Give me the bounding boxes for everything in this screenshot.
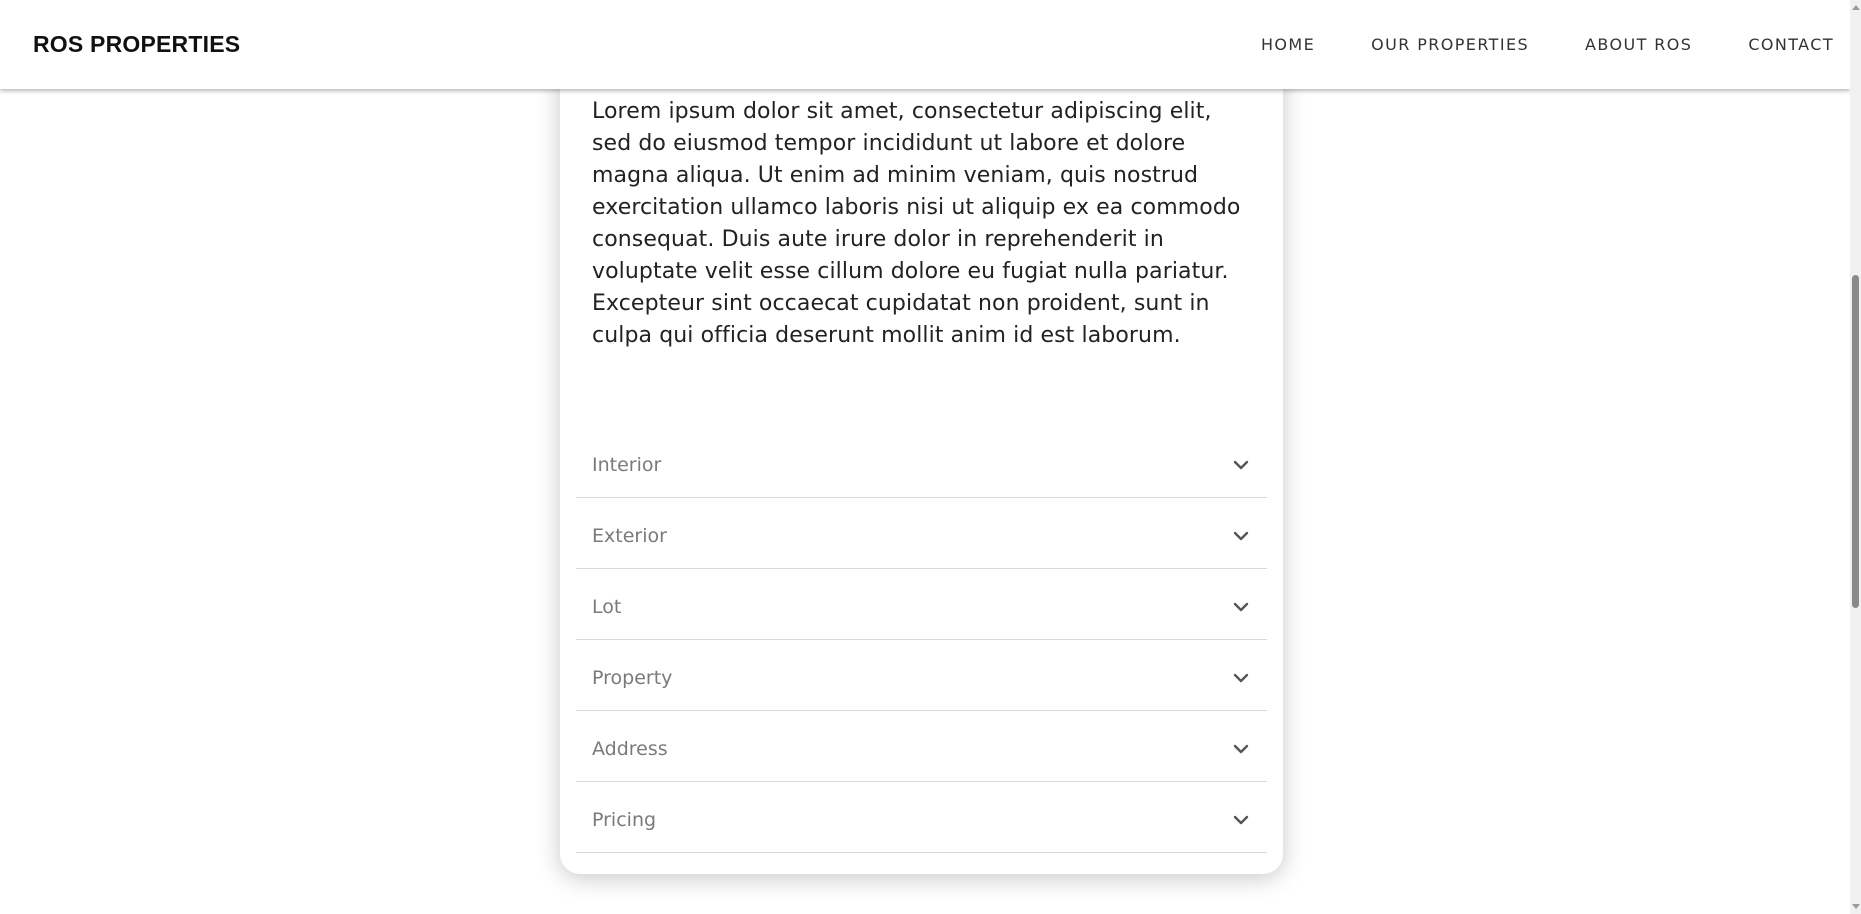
accordion-label: Pricing	[592, 809, 657, 831]
accordion-label: Lot	[592, 596, 622, 618]
nav-link-our-properties[interactable]: OUR PROPERTIES	[1371, 35, 1529, 54]
nav-link-contact[interactable]: CONTACT	[1748, 35, 1834, 54]
scroll-up-arrow-icon[interactable]	[1850, 0, 1861, 14]
chevron-down-icon[interactable]	[1231, 810, 1251, 830]
accordion-item-exterior[interactable]: Exterior	[576, 498, 1267, 569]
accordion-label: Property	[592, 667, 673, 689]
chevron-down-icon[interactable]	[1231, 526, 1251, 546]
accordion-label: Address	[592, 738, 668, 760]
property-details-accordion: Interior Exterior Lot Property Address P…	[576, 427, 1267, 853]
site-header: ROS PROPERTIES HOME OUR PROPERTIES ABOUT…	[0, 0, 1850, 89]
accordion-label: Interior	[592, 454, 662, 476]
vertical-scrollbar[interactable]	[1850, 0, 1861, 914]
site-logo[interactable]: ROS PROPERTIES	[33, 31, 240, 58]
chevron-down-icon[interactable]	[1231, 739, 1251, 759]
chevron-down-icon[interactable]	[1231, 455, 1251, 475]
scroll-down-arrow-icon[interactable]	[1850, 900, 1861, 914]
scrollbar-thumb[interactable]	[1852, 275, 1859, 608]
chevron-down-icon[interactable]	[1231, 668, 1251, 688]
nav-link-about-ros[interactable]: ABOUT ROS	[1585, 35, 1692, 54]
accordion-item-property[interactable]: Property	[576, 640, 1267, 711]
nav-link-home[interactable]: HOME	[1261, 35, 1315, 54]
accordion-item-lot[interactable]: Lot	[576, 569, 1267, 640]
accordion-item-interior[interactable]: Interior	[576, 427, 1267, 498]
accordion-item-pricing[interactable]: Pricing	[576, 782, 1267, 853]
accordion-item-address[interactable]: Address	[576, 711, 1267, 782]
accordion-label: Exterior	[592, 525, 667, 547]
property-description: Lorem ipsum dolor sit amet, consectetur …	[592, 99, 1241, 348]
page: Lorem ipsum dolor sit amet, consectetur …	[0, 0, 1861, 914]
chevron-down-icon[interactable]	[1231, 597, 1251, 617]
main-nav: HOME OUR PROPERTIES ABOUT ROS CONTACT	[1205, 35, 1834, 54]
property-detail-card: Lorem ipsum dolor sit amet, consectetur …	[560, 0, 1283, 874]
